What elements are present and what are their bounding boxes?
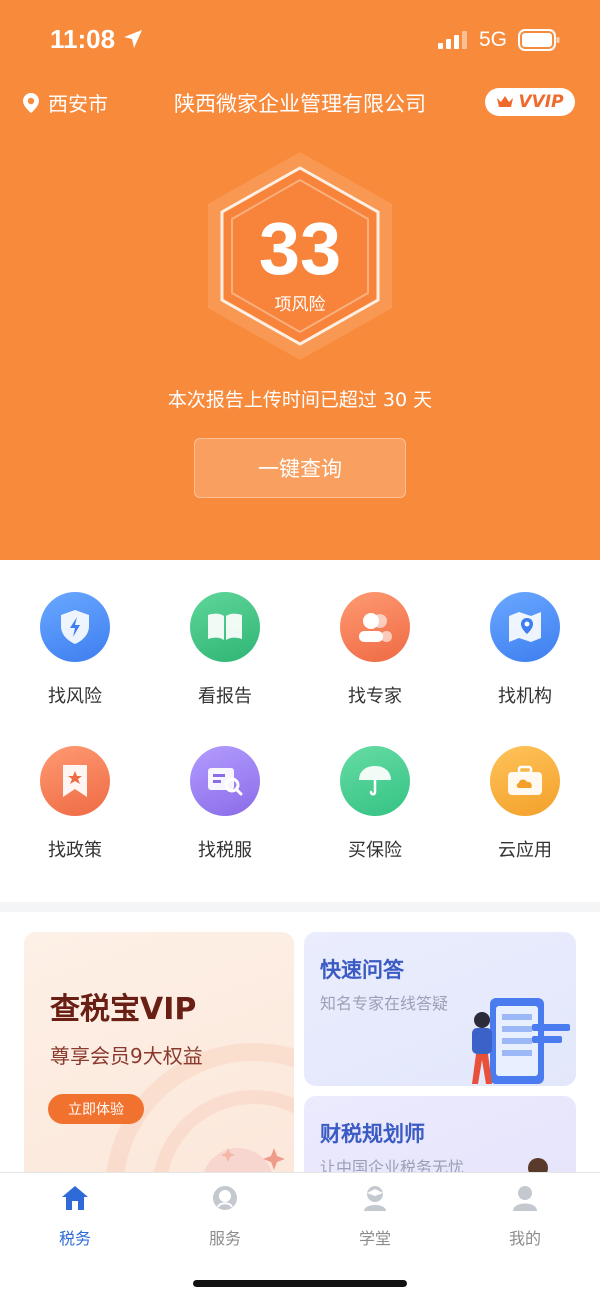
tax-search-icon xyxy=(190,746,260,816)
vip-card-subtitle: 尊享会员9大权益 xyxy=(50,1044,203,1068)
school-icon xyxy=(364,1186,386,1211)
home-indicator[interactable] xyxy=(193,1280,407,1287)
quick-qa-card[interactable]: 快速问答 知名专家在线答疑 xyxy=(304,932,576,1086)
qa-card-title: 快速问答 xyxy=(320,958,404,982)
grid-item-label: 买保险 xyxy=(348,840,402,861)
network-label: 5G xyxy=(479,28,508,51)
cloud-case-icon xyxy=(490,746,560,816)
location-arrow-icon xyxy=(124,30,142,48)
signal-icon xyxy=(438,31,467,49)
tab-label: 税务 xyxy=(58,1229,91,1248)
function-grid: 找风险 看报告 找专家 找机构 找政策 找税服 买保险 云应用 xyxy=(0,560,600,902)
qa-card-subtitle: 知名专家在线答疑 xyxy=(320,994,449,1013)
tab-label: 服务 xyxy=(208,1229,241,1248)
grid-item-find-risk[interactable]: 找风险 xyxy=(0,592,150,708)
profile-icon xyxy=(513,1186,537,1211)
tab-label: 学堂 xyxy=(358,1229,391,1248)
planner-illustration xyxy=(528,1158,548,1172)
book-icon xyxy=(190,592,260,662)
grid-item-buy-insurance[interactable]: 买保险 xyxy=(300,746,450,862)
policy-bookmark-icon xyxy=(40,746,110,816)
one-click-query-button[interactable]: 一键查询 xyxy=(194,438,406,498)
vip-card[interactable]: 查税宝VIP 尊享会员9大权益 立即体验 xyxy=(24,932,294,1172)
vip-badge-text: VVIP xyxy=(518,92,564,112)
grid-item-label: 找政策 xyxy=(48,840,102,861)
grid-item-label: 找专家 xyxy=(348,686,402,707)
battery-icon xyxy=(518,29,560,51)
map-pin-icon xyxy=(490,592,560,662)
tab-school[interactable]: 学堂 xyxy=(300,1183,450,1249)
grid-item-label: 云应用 xyxy=(498,840,552,861)
vip-badge[interactable]: VVIP xyxy=(485,88,575,116)
umbrella-icon xyxy=(340,746,410,816)
tax-planner-card[interactable]: 财税规划师 让中国企业税务无忧 xyxy=(304,1096,576,1172)
grid-item-cloud-app[interactable]: 云应用 xyxy=(450,746,600,862)
report-notice: 本次报告上传时间已超过 30 天 xyxy=(167,389,433,411)
grid-item-label: 找风险 xyxy=(48,686,102,707)
grid-item-find-agency[interactable]: 找机构 xyxy=(450,592,600,708)
planner-card-title: 财税规划师 xyxy=(320,1122,425,1146)
expert-icon xyxy=(340,592,410,662)
grid-item-label: 找机构 xyxy=(498,686,552,707)
tab-label: 我的 xyxy=(508,1229,541,1248)
shield-icon xyxy=(40,592,110,662)
grid-item-label: 找税服 xyxy=(198,840,252,861)
risk-count: 33 xyxy=(258,207,342,290)
try-now-button[interactable]: 立即体验 xyxy=(48,1094,144,1124)
risk-label: 项风险 xyxy=(274,295,326,315)
promo-section: 查税宝VIP 尊享会员9大权益 立即体验 快速问答 知名专家在线答疑 财税规划师… xyxy=(0,912,600,1172)
tab-tax[interactable]: 税务 xyxy=(0,1183,150,1249)
grid-item-find-expert[interactable]: 找专家 xyxy=(300,592,450,708)
service-icon xyxy=(213,1186,237,1210)
vip-card-title: 查税宝VIP xyxy=(50,992,197,1027)
tab-service[interactable]: 服务 xyxy=(150,1183,300,1249)
tab-mine[interactable]: 我的 xyxy=(450,1183,600,1249)
planner-card-subtitle: 让中国企业税务无忧 xyxy=(320,1158,465,1172)
status-bar: 11:08 5G xyxy=(0,0,600,80)
header-banner: 11:08 5G 西安市 陕西微家企业管理有限公司 VVIP 33 项风险 本次… xyxy=(0,0,600,560)
qa-illustration xyxy=(472,998,570,1084)
risk-hexagon[interactable]: 33 项风险 xyxy=(200,150,400,362)
crown-icon xyxy=(497,96,514,107)
grid-item-find-policy[interactable]: 找政策 xyxy=(0,746,150,862)
status-time: 11:08 xyxy=(50,24,116,54)
home-icon xyxy=(62,1186,88,1210)
grid-item-find-tax-service[interactable]: 找税服 xyxy=(150,746,300,862)
grid-item-label: 看报告 xyxy=(198,686,252,707)
grid-item-view-report[interactable]: 看报告 xyxy=(150,592,300,708)
